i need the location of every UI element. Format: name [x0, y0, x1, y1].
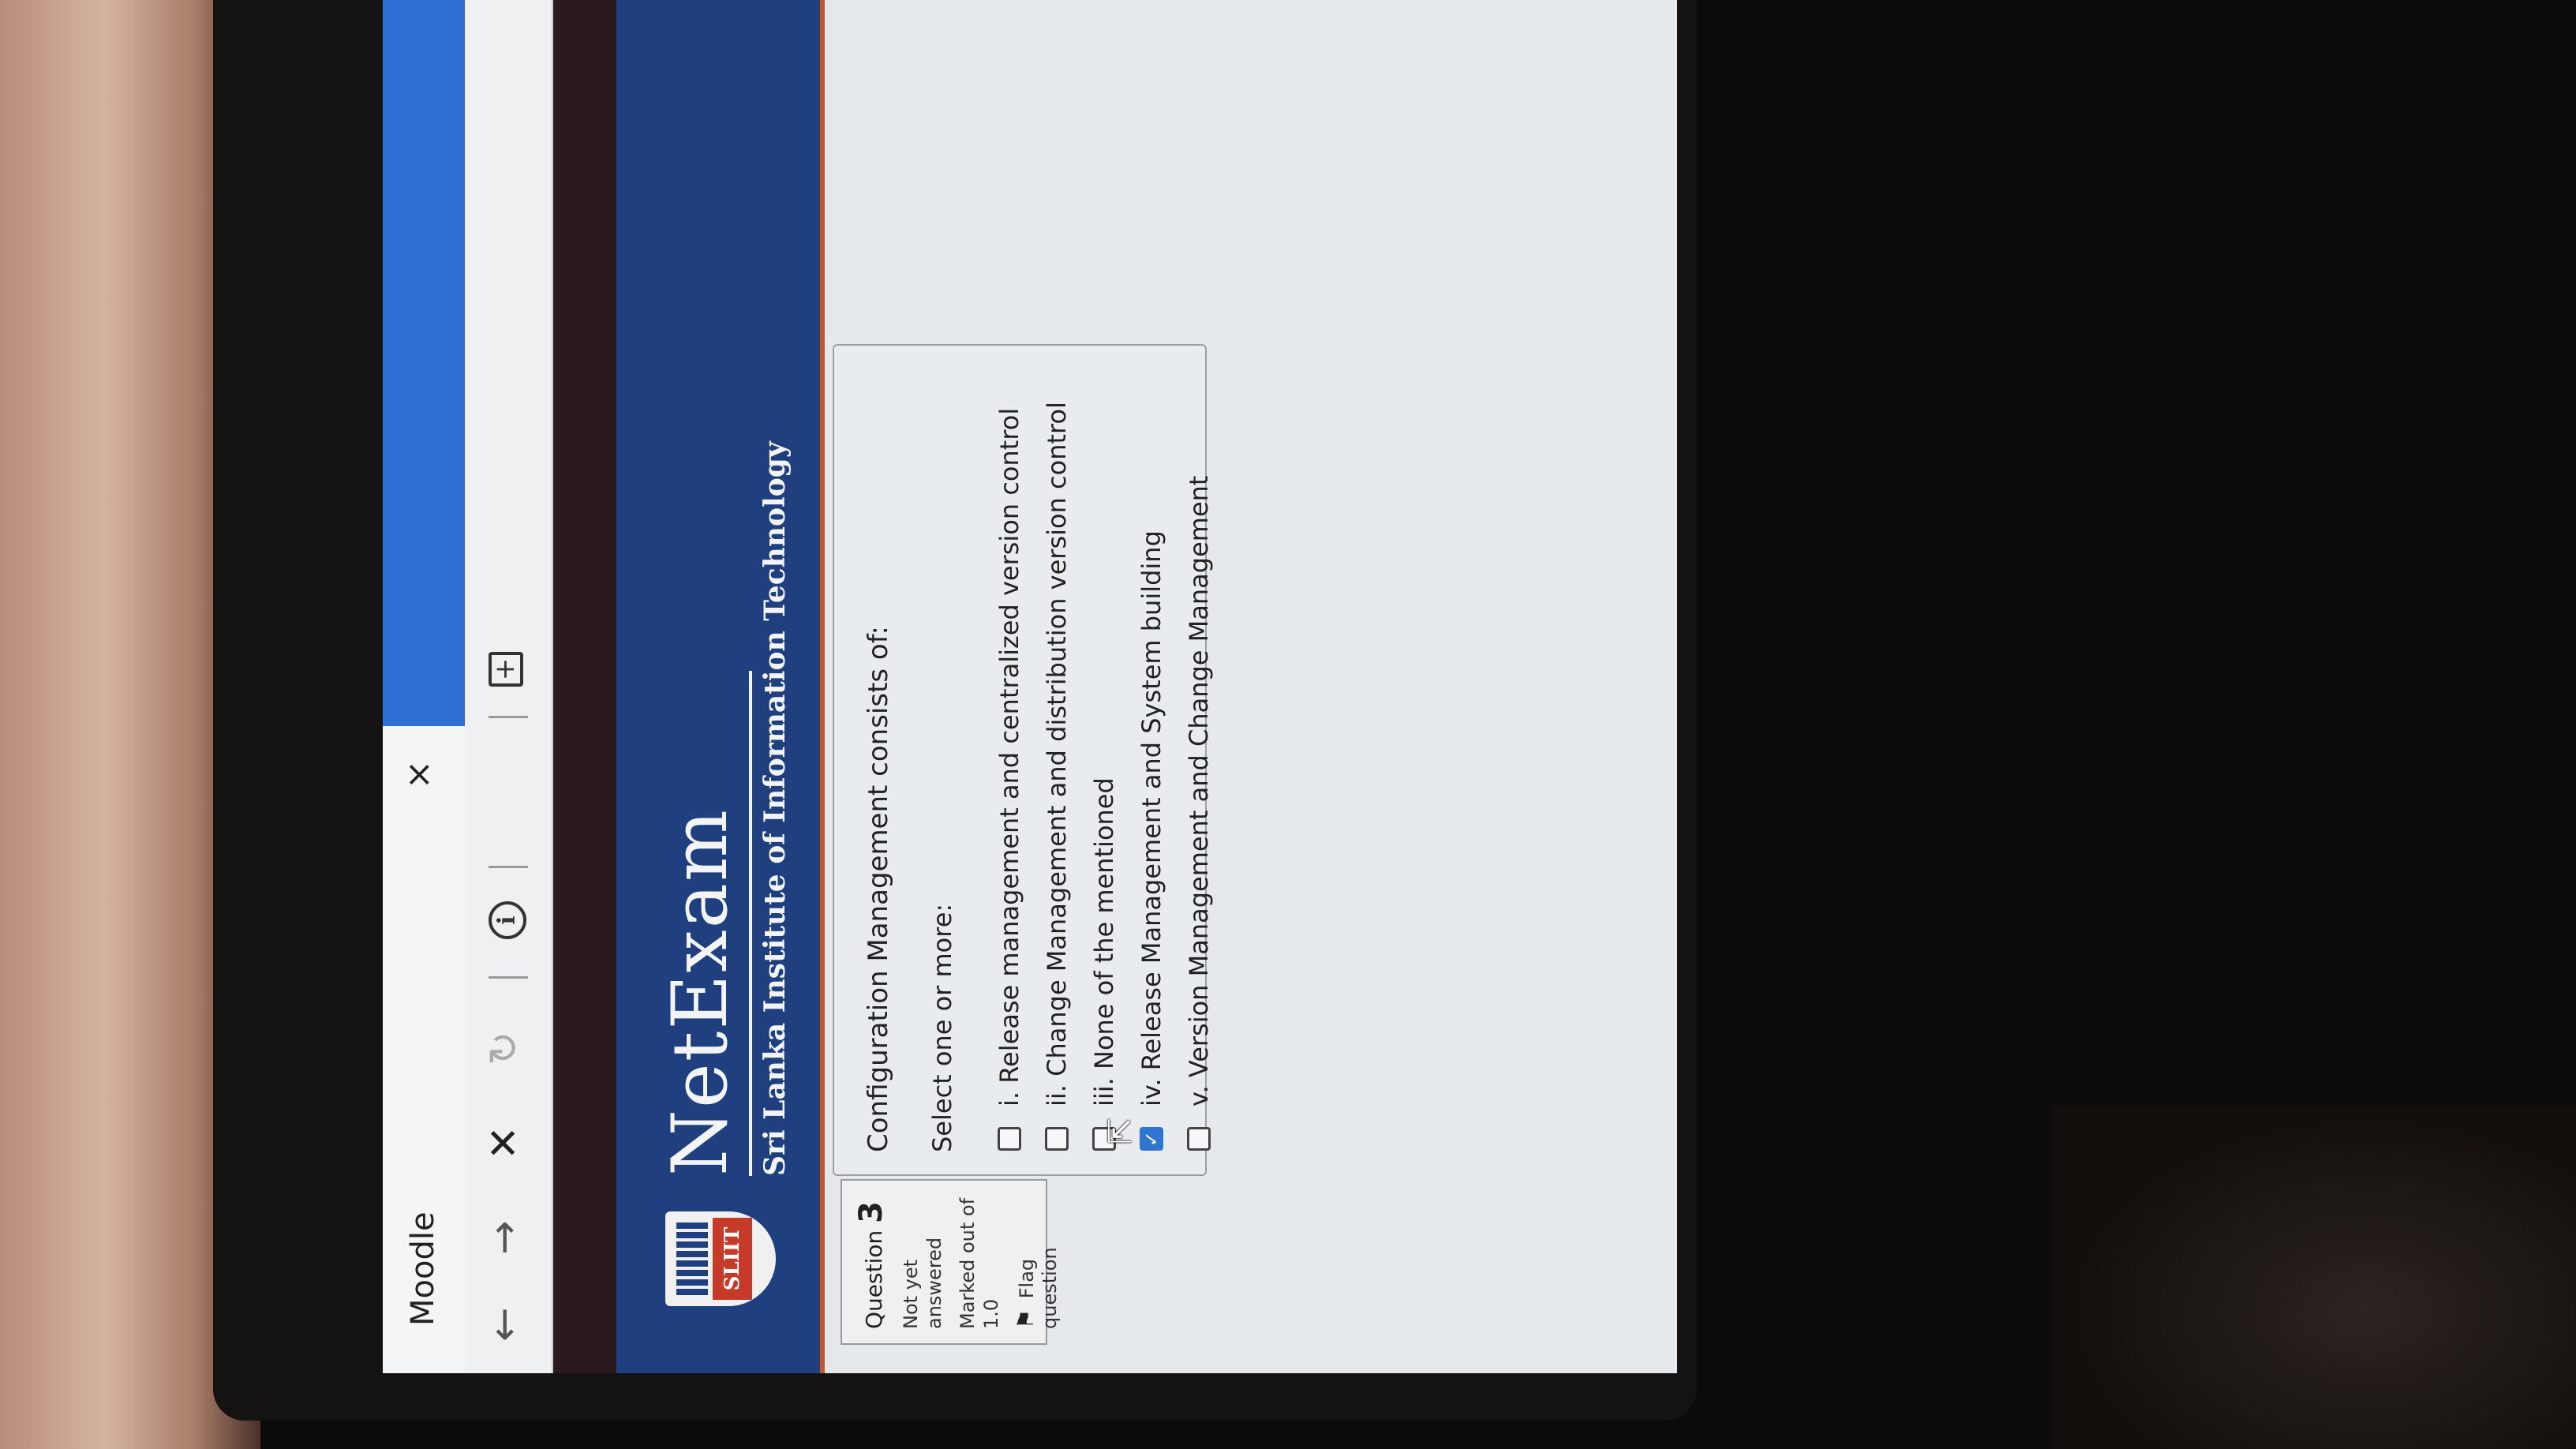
- add-tab-icon[interactable]: +: [489, 652, 523, 687]
- close-tab-icon[interactable]: ×: [399, 760, 439, 789]
- back-arrow-icon[interactable]: ←: [481, 1307, 528, 1342]
- info-icon[interactable]: i: [489, 901, 526, 939]
- question-label: Question: [861, 1230, 887, 1329]
- question-box: Configuration Management consists of: Se…: [833, 344, 1214, 1176]
- toolbar-divider: [489, 866, 528, 868]
- option-1-label[interactable]: i. Release management and centralized ve…: [994, 408, 1024, 1106]
- browser-toolbar: ← → ✕ ↻ i +: [465, 0, 553, 1373]
- tab-moodle[interactable]: Moodle ×: [383, 726, 465, 1373]
- option-4[interactable]: ✓ iv. Release Management and System buil…: [1129, 530, 1174, 1151]
- tab-strip-accent: [383, 0, 465, 726]
- forward-arrow-icon[interactable]: →: [481, 1220, 528, 1255]
- logo-grid: [676, 1222, 708, 1295]
- tab-strip: Moodle ×: [383, 0, 465, 1373]
- reload-icon[interactable]: ↻: [481, 1031, 528, 1065]
- question-state: Not yet answered: [900, 1237, 945, 1329]
- brand-subtitle: Sri Lanka Institute of Information Techn…: [758, 441, 792, 1176]
- question-info-panel: Question 3 Not yet answered Marked out o…: [841, 1179, 1061, 1345]
- option-1[interactable]: i. Release management and centralized ve…: [987, 408, 1032, 1151]
- quiz-content: Question 3 Not yet answered Marked out o…: [825, 0, 1677, 1373]
- option-4-checkbox[interactable]: ✓: [1140, 1127, 1163, 1151]
- logo-text: SLIIT: [713, 1218, 752, 1300]
- option-5[interactable]: v. Version Management and Change Managem…: [1177, 476, 1221, 1151]
- flag-question-link[interactable]: ⚑ Flag question: [1013, 1195, 1061, 1329]
- brand-name: NetExam: [656, 808, 744, 1176]
- stop-icon[interactable]: ✕: [481, 1125, 528, 1160]
- background-cushion: [2052, 1105, 2576, 1449]
- answer-prompt: Select one or more:: [927, 903, 957, 1152]
- page-top-strip: [553, 0, 616, 1373]
- option-3-label[interactable]: iii. None of the mentioned: [1089, 777, 1119, 1106]
- flag-icon: ⚑: [1013, 1309, 1039, 1329]
- question-marks: Marked out of 1.0: [957, 1197, 1002, 1329]
- toolbar-divider: [489, 716, 528, 718]
- site-banner: SLIIT NetExam Sri Lanka Institute of Inf…: [616, 0, 825, 1373]
- option-4-label[interactable]: iv. Release Management and System buildi…: [1136, 530, 1166, 1106]
- browser-screen: Moodle × ← → ✕ ↻ i + SLIIT NetExam Sri L…: [383, 0, 1677, 1373]
- brand-underline: [749, 671, 752, 1176]
- option-3[interactable]: iii. None of the mentioned: [1082, 777, 1126, 1151]
- option-2-label[interactable]: ii. Change Management and distribution v…: [1042, 402, 1072, 1106]
- sliit-logo: SLIIT: [665, 1211, 776, 1306]
- option-2-checkbox[interactable]: [1045, 1127, 1069, 1151]
- option-1-checkbox[interactable]: [998, 1127, 1021, 1151]
- mouse-cursor-icon: ⇱: [1103, 1118, 1139, 1144]
- option-5-label[interactable]: v. Version Management and Change Managem…: [1184, 476, 1214, 1106]
- option-5-checkbox[interactable]: [1187, 1127, 1211, 1151]
- option-2[interactable]: ii. Change Management and distribution v…: [1035, 402, 1079, 1151]
- question-text: Configuration Management consists of:: [863, 626, 894, 1152]
- tab-title: Moodle: [405, 1211, 441, 1326]
- question-heading: Question 3: [853, 1195, 889, 1329]
- toolbar-divider: [489, 976, 528, 979]
- question-number: 3: [853, 1201, 889, 1223]
